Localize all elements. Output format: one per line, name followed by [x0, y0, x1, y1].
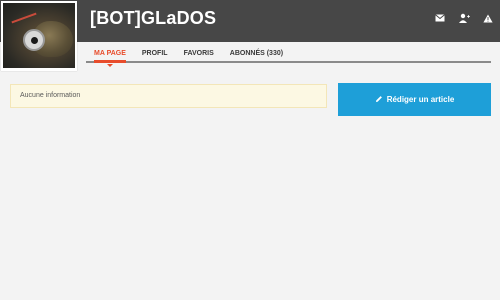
notice-text: Aucune information: [20, 92, 81, 99]
profile-username: [BOT]GLaDOS: [90, 8, 217, 28]
tab-label: ABONNÉS (330): [229, 50, 284, 57]
header-actions: [434, 12, 494, 24]
profile-tabs: MA PAGE PROFIL FAVORIS ABONNÉS (330): [86, 48, 491, 67]
tab-my-page[interactable]: MA PAGE: [86, 48, 134, 67]
avatar[interactable]: [1, 1, 77, 71]
add-user-icon[interactable]: [458, 12, 470, 24]
tab-profile[interactable]: PROFIL: [134, 48, 176, 61]
tab-label: MA PAGE: [94, 50, 126, 57]
info-notice: Aucune information: [10, 84, 327, 108]
warning-icon[interactable]: [482, 12, 494, 24]
avatar-image: [3, 3, 75, 68]
tab-label: FAVORIS: [183, 50, 214, 57]
tab-subscribers[interactable]: ABONNÉS (330): [222, 48, 291, 61]
active-caret: [106, 64, 113, 67]
pencil-icon: [375, 95, 383, 105]
tab-label: PROFIL: [141, 50, 168, 57]
tab-favorites[interactable]: FAVORIS: [176, 48, 222, 61]
write-article-label: Rédiger un article: [386, 95, 455, 104]
write-article-button[interactable]: Rédiger un article: [338, 83, 491, 116]
envelope-icon[interactable]: [434, 12, 446, 24]
